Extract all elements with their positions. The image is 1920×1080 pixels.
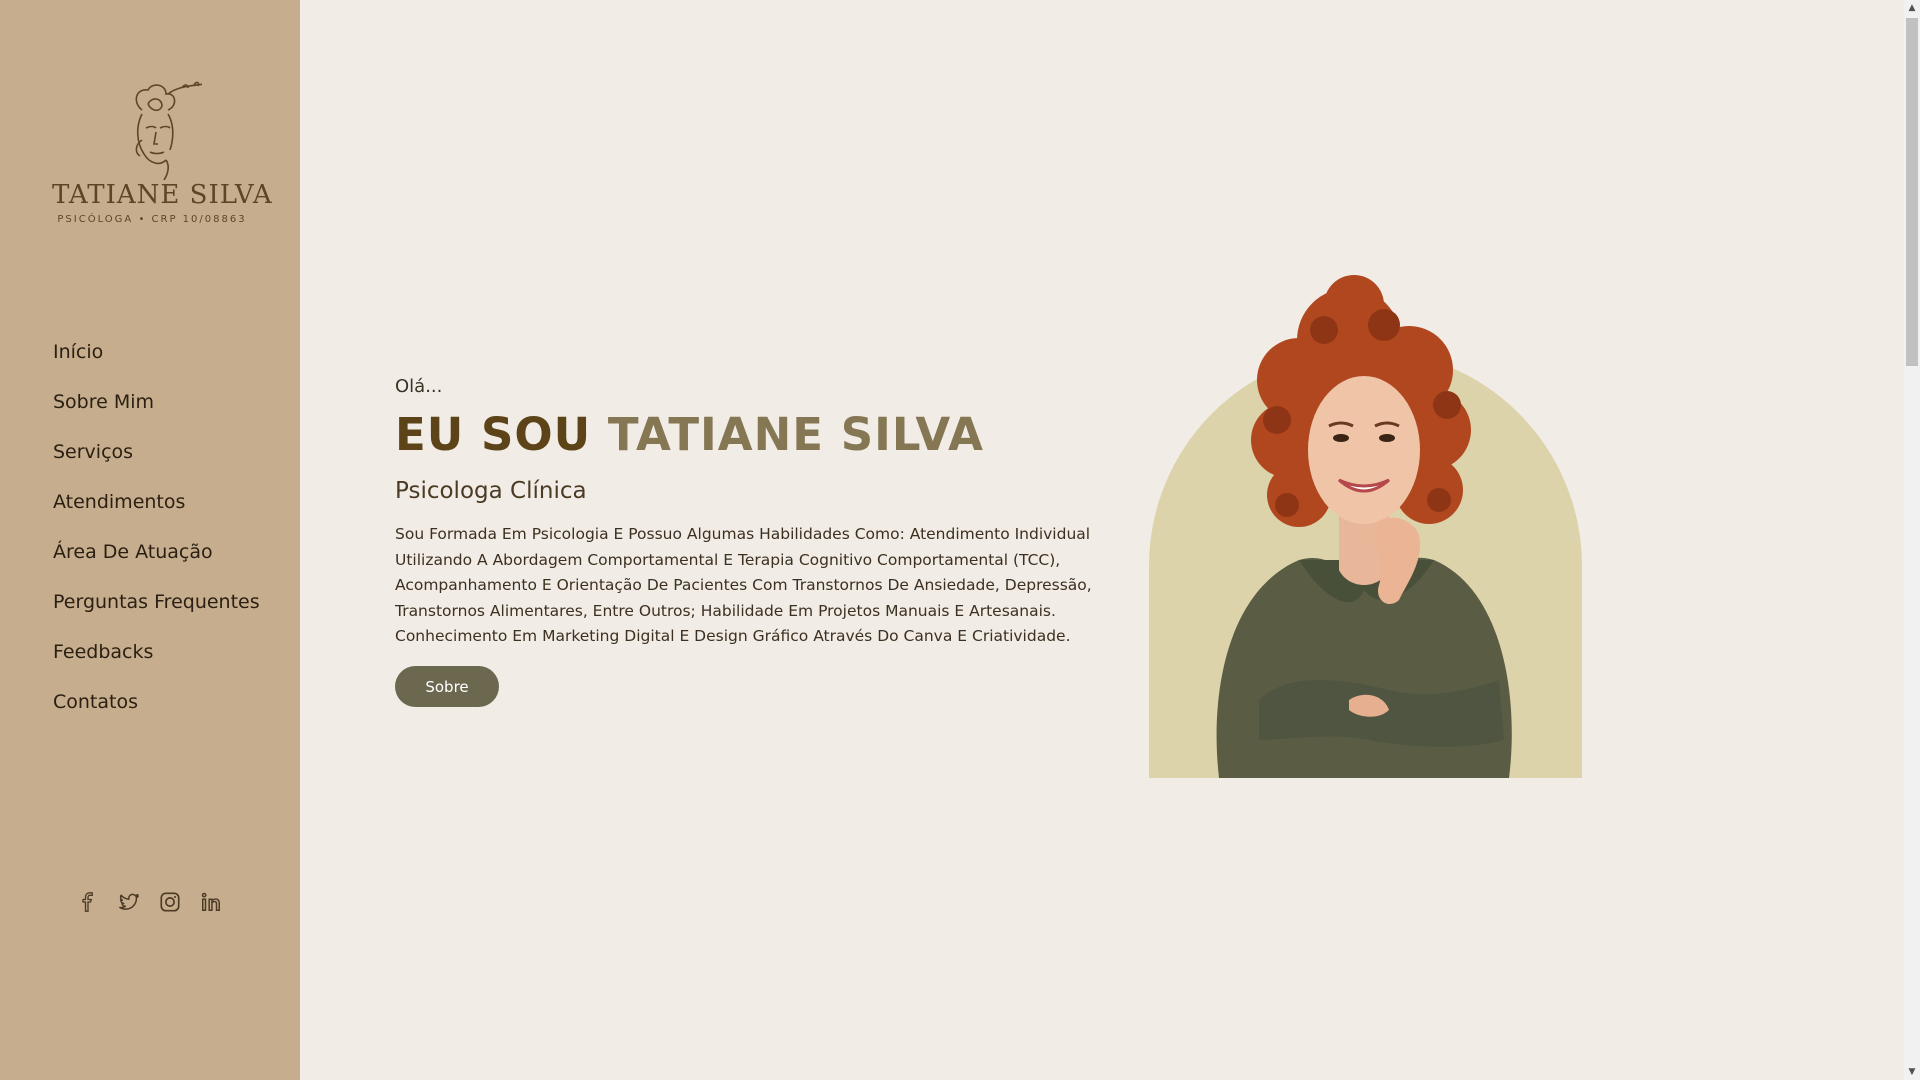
- profile-photo: [1149, 270, 1582, 778]
- scrollbar-thumb[interactable]: [1906, 18, 1918, 366]
- nav-item-servicos[interactable]: Serviços: [53, 432, 260, 482]
- sidebar: TATIANE SILVA PSICÓLOGA • CRP 10/08863 I…: [0, 0, 300, 1080]
- face-line-art-icon: [135, 81, 202, 180]
- nav-item-atendimentos[interactable]: Atendimentos: [53, 482, 260, 532]
- nav-item-contatos[interactable]: Contatos: [53, 682, 260, 732]
- facebook-icon[interactable]: [76, 890, 100, 914]
- nav-item-inicio[interactable]: Início: [53, 332, 260, 382]
- nav-item-feedbacks[interactable]: Feedbacks: [53, 632, 260, 682]
- social-links: [76, 890, 223, 914]
- linkedin-icon[interactable]: [199, 890, 223, 914]
- instagram-icon[interactable]: [158, 890, 182, 914]
- brand-tagline: PSICÓLOGA • CRP 10/08863: [57, 214, 247, 225]
- portrait-image: [1216, 275, 1512, 778]
- nav-item-sobre-mim[interactable]: Sobre Mim: [53, 382, 260, 432]
- nav-item-perguntas-frequentes[interactable]: Perguntas Frequentes: [53, 582, 260, 632]
- headline-name: TATIANE SILVA: [607, 408, 984, 461]
- brand-name: TATIANE SILVA: [52, 180, 273, 210]
- hero-description: Sou Formada Em Psicologia E Possuo Algum…: [395, 525, 1092, 645]
- hero-greeting: Olá...: [395, 376, 443, 397]
- sobre-button[interactable]: Sobre: [395, 666, 499, 707]
- main-nav: Início Sobre Mim Serviços Atendimentos Á…: [53, 332, 260, 732]
- brand-logo[interactable]: TATIANE SILVA PSICÓLOGA • CRP 10/08863: [52, 80, 273, 230]
- page-scrollbar[interactable]: ▲ ▼: [1904, 0, 1920, 1080]
- hero-headline: EU SOU TATIANE SILVA: [395, 408, 984, 461]
- hero-section: Olá... EU SOU TATIANE SILVA Psicologa Cl…: [300, 0, 1904, 1080]
- scroll-down-arrow-icon[interactable]: ▼: [1904, 1064, 1920, 1080]
- twitter-icon[interactable]: [117, 890, 141, 914]
- hero-subtitle: Psicologa Clínica: [395, 478, 587, 504]
- headline-prefix: EU SOU: [395, 408, 592, 461]
- scroll-up-arrow-icon[interactable]: ▲: [1904, 0, 1920, 16]
- nav-item-area-de-atuacao[interactable]: Área De Atuação: [53, 532, 260, 582]
